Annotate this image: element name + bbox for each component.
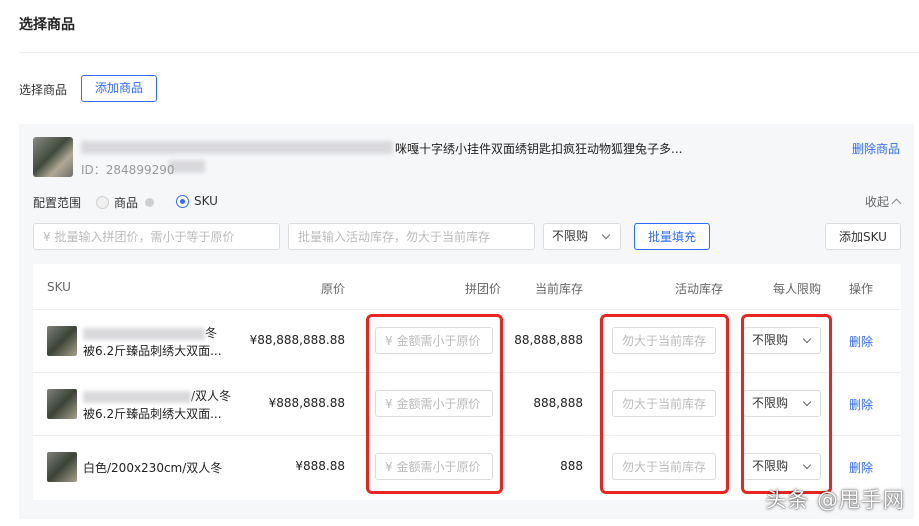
radio-product-label: 商品	[114, 196, 139, 210]
column-original-price: 原价	[320, 282, 345, 296]
column-activity-stock: 活动库存	[674, 282, 723, 296]
activity-stock-input[interactable]	[612, 453, 716, 480]
add-sku-button[interactable]: 添加SKU	[825, 223, 901, 250]
activity-stock-input[interactable]	[612, 327, 716, 354]
chevron-down-icon	[802, 397, 812, 407]
chevron-down-icon	[601, 230, 611, 240]
limit-select[interactable]: 不限购	[743, 390, 821, 417]
pick-label: 选择商品	[19, 83, 68, 97]
column-group-price: 拼团价	[464, 282, 501, 296]
collapse-toggle[interactable]: 收起	[864, 193, 902, 210]
limit-value: 不限购	[752, 396, 789, 410]
divider	[19, 52, 919, 53]
group-price-input[interactable]	[375, 327, 493, 354]
chevron-down-icon	[802, 460, 812, 470]
sku-name-line2: 被6.2斤臻品刺绣大双面...	[83, 344, 222, 358]
limit-select[interactable]: 不限购	[743, 453, 821, 480]
table-row: 冬 被6.2斤臻品刺绣大双面... ¥88,888,888.88 88,888,…	[33, 309, 901, 372]
sku-name-line1: 白色/200x230cm/双人冬	[83, 461, 223, 475]
sku-name: /双人冬 被6.2斤臻品刺绣大双面...	[83, 387, 233, 423]
group-price-input[interactable]	[375, 453, 493, 480]
add-product-button[interactable]: 添加商品	[81, 75, 157, 102]
sku-thumbnail	[47, 452, 77, 482]
batch-price-input[interactable]	[33, 223, 280, 250]
sku-thumbnail	[47, 326, 77, 356]
column-action: 操作	[849, 282, 874, 296]
batch-limit-value: 不限购	[552, 229, 589, 243]
batch-fill-button[interactable]: 批量填充	[634, 223, 710, 250]
blurred-text	[83, 390, 191, 403]
sku-name-line1: 冬	[205, 326, 218, 340]
delete-sku-link[interactable]: 删除	[849, 396, 873, 413]
radio-sku-label: SKU	[194, 194, 218, 208]
chevron-down-icon	[802, 334, 812, 344]
limit-select[interactable]: 不限购	[743, 327, 821, 354]
collapse-label: 收起	[864, 195, 889, 209]
section-title: 选择商品	[19, 17, 75, 33]
column-current-stock: 当前库存	[534, 282, 583, 296]
sku-table: SKU 原价 拼团价 当前库存 活动库存 每人限购 操作 冬 被6.2斤臻品刺绣…	[33, 264, 901, 500]
group-price-input[interactable]	[375, 390, 493, 417]
product-thumbnail	[33, 137, 73, 177]
delete-product-link[interactable]: 删除商品	[852, 140, 900, 157]
chevron-up-icon	[891, 198, 902, 209]
blurred-text	[83, 327, 205, 340]
delete-sku-link[interactable]: 删除	[849, 333, 873, 350]
config-range-label: 配置范围	[33, 196, 82, 210]
original-price: ¥888,888.88	[268, 396, 345, 410]
batch-limit-select[interactable]: 不限购	[543, 223, 621, 250]
radio-dot	[96, 196, 109, 209]
radio-sku[interactable]: SKU	[176, 194, 218, 208]
sku-name-line2: 被6.2斤臻品刺绣大双面...	[83, 407, 222, 421]
activity-stock-input[interactable]	[612, 390, 716, 417]
info-icon	[145, 198, 155, 207]
current-stock: 888	[560, 459, 583, 473]
limit-value: 不限购	[752, 459, 789, 473]
product-id: ID：284899290	[81, 163, 175, 177]
column-sku: SKU	[47, 280, 71, 294]
table-row: /双人冬 被6.2斤臻品刺绣大双面... ¥888,888.88 888,888…	[33, 372, 901, 435]
column-limit: 每人限购	[772, 282, 821, 296]
current-stock: 88,888,888	[514, 333, 583, 347]
original-price: ¥88,888,888.88	[249, 333, 345, 347]
product-title: 咪嘎十字绣小挂件双面绣钥匙扣疯狂动物狐狸兔子多...	[395, 142, 683, 156]
batch-stock-input[interactable]	[288, 223, 535, 250]
blurred-title	[81, 141, 393, 154]
delete-sku-link[interactable]: 删除	[849, 459, 873, 476]
sku-name-line1: /双人冬	[191, 389, 232, 403]
sku-name: 冬 被6.2斤臻品刺绣大双面...	[83, 324, 233, 360]
radio-product[interactable]: 商品	[96, 194, 155, 211]
watermark: 头条 @甩手网	[765, 488, 905, 512]
original-price: ¥888.88	[295, 459, 345, 473]
radio-dot	[176, 194, 189, 208]
limit-value: 不限购	[752, 333, 789, 347]
sku-name: 白色/200x230cm/双人冬	[83, 459, 233, 477]
sku-thumbnail	[47, 389, 77, 419]
product-panel: 咪嘎十字绣小挂件双面绣钥匙扣疯狂动物狐狸兔子多... ID：284899290 …	[19, 124, 914, 519]
current-stock: 888,888	[533, 396, 583, 410]
